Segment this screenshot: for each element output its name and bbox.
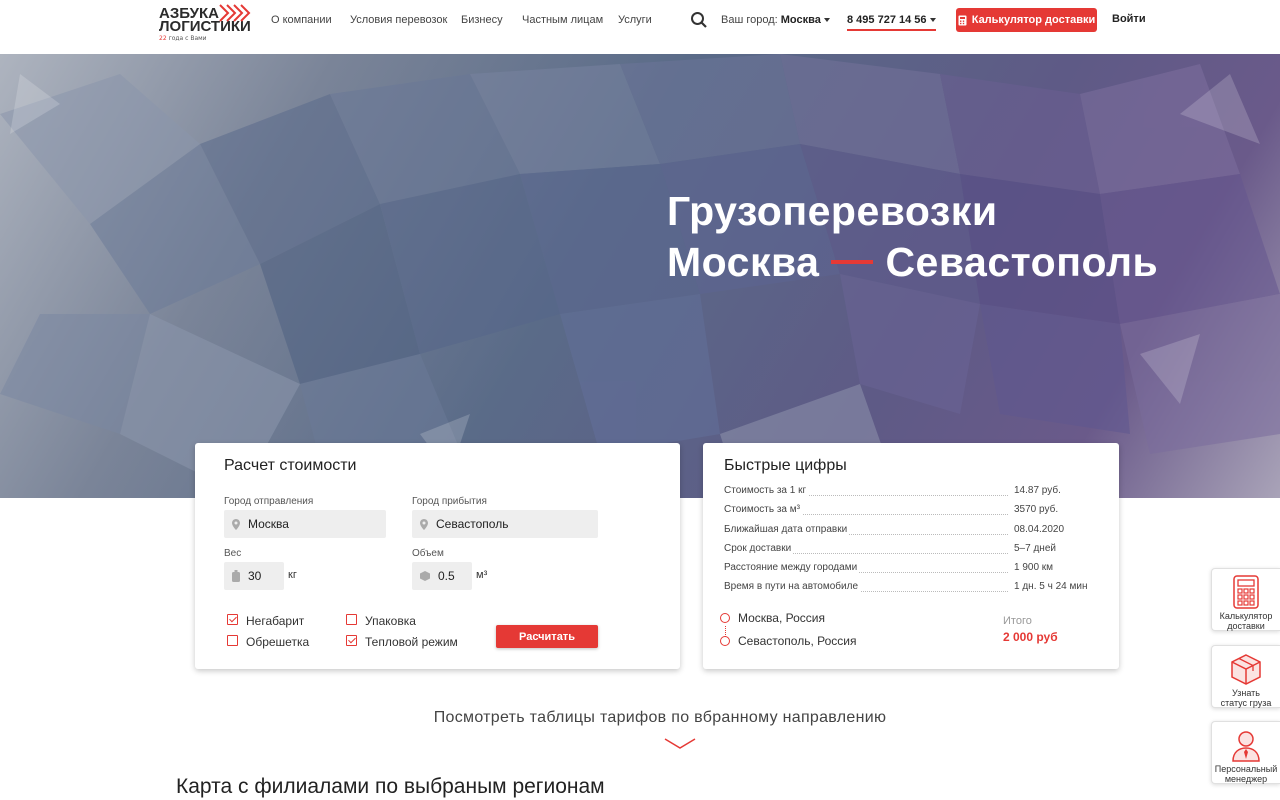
logo[interactable]: АЗБУКА ЛОГИСТИКИ 22 года с Вами [158, 3, 258, 45]
volume-label: Объем [412, 548, 444, 559]
widget-manager-line1: Персональный [1214, 764, 1278, 774]
fact-label: Стоимость за 1 кг [724, 485, 809, 496]
total-label: Итого [1003, 615, 1032, 627]
fact-row: Срок доставки 5–7 дней [724, 543, 1088, 557]
to-city-input[interactable]: Севастополь [412, 510, 598, 538]
manager-icon [1232, 731, 1260, 762]
cost-calculator-title: Расчет стоимости [224, 457, 357, 474]
chevron-down-icon[interactable] [664, 738, 696, 750]
fact-value: 08.04.2020 [1012, 524, 1065, 535]
widget-delivery-calculator[interactable]: Калькулятор доставки [1211, 568, 1280, 631]
fact-row: Стоимость за 1 кг 14.87 руб. [724, 485, 1088, 499]
tariff-tables-link[interactable]: Посмотреть таблицы тарифов по вбранному … [0, 709, 1280, 727]
volume-value: 0.5 [438, 569, 455, 583]
phone-number: 8 495 727 14 56 [847, 14, 927, 26]
delivery-calculator-button[interactable]: Калькулятор доставки [956, 8, 1097, 32]
fact-row: Расстояние между городами 1 900 км [724, 562, 1088, 576]
city-label: Ваш город: [721, 14, 778, 26]
hero-title: Грузоперевозки Москва Севастополь [667, 186, 1158, 288]
from-city-label: Город отправления [224, 496, 314, 507]
cube-icon [420, 571, 430, 581]
nav-shipping-terms[interactable]: Условия перевозок [350, 14, 447, 26]
fact-label: Ближайшая дата отправки [724, 524, 850, 535]
crating-checkbox[interactable] [227, 635, 238, 646]
box-icon [1231, 654, 1261, 685]
oversize-checkbox[interactable] [227, 614, 238, 625]
volume-input[interactable]: 0.5 [412, 562, 472, 590]
city-selector[interactable]: Ваш город: Москва [721, 14, 830, 26]
fact-value: 1 900 км [1012, 562, 1054, 573]
widget-status-line1: Узнать [1232, 688, 1260, 698]
city-value: Москва [780, 14, 821, 26]
hero-route-to: Севастополь [885, 239, 1159, 285]
route-origin: Москва, Россия [738, 611, 825, 625]
delivery-calculator-label: Калькулятор доставки [971, 14, 1096, 26]
packaging-checkbox[interactable] [346, 614, 357, 625]
login-link[interactable]: Войти [1112, 13, 1146, 25]
logo-tagline: 22 года с Вами [159, 35, 207, 42]
weight-unit: кг [288, 569, 297, 581]
fact-label: Расстояние между городами [724, 562, 860, 573]
nav-business[interactable]: Бизнесу [461, 14, 503, 26]
nav-services[interactable]: Услуги [618, 14, 652, 26]
fact-value: 14.87 руб. [1012, 485, 1061, 496]
chevron-down-icon [929, 18, 936, 23]
weight-icon [232, 570, 240, 582]
hero-title-route: Москва Севастополь [667, 237, 1158, 288]
weight-input[interactable]: 30 [224, 562, 284, 590]
nav-individuals[interactable]: Частным лицам [522, 14, 603, 26]
volume-unit: м³ [476, 569, 488, 581]
total-value: 2 000 руб [1003, 630, 1058, 644]
logo-arrows-icon [219, 4, 251, 22]
thermal-mode-checkbox[interactable] [346, 635, 357, 646]
fact-value: 3570 руб. [1012, 504, 1059, 515]
fact-row: Ближайшая дата отправки 08.04.2020 [724, 524, 1088, 538]
weight-label: Вес [224, 548, 242, 559]
route-dash [831, 260, 874, 265]
route-destination: Севастополь, Россия [738, 634, 857, 648]
calculator-icon [958, 15, 967, 25]
hero-route-from: Москва [667, 239, 820, 285]
fact-label: Время в пути на автомобиле [724, 581, 861, 592]
calculate-button[interactable]: Расчитать [496, 625, 598, 648]
calculator-icon [1233, 575, 1259, 609]
branches-map-title: Карта с филиалами по выбраным регионам [176, 775, 605, 798]
quick-facts-title: Быстрые цифры [724, 457, 847, 474]
to-city-value: Севастополь [436, 517, 509, 531]
route-destination-marker [720, 636, 730, 646]
widget-cargo-status[interactable]: Узнать статус груза [1211, 645, 1280, 708]
fact-label: Срок доставки [724, 543, 794, 554]
location-pin-icon [420, 518, 428, 530]
weight-value: 30 [248, 569, 262, 583]
crating-label: Обрешетка [246, 635, 310, 649]
location-pin-icon [232, 518, 240, 530]
oversize-label: Негабарит [246, 614, 305, 628]
to-city-label: Город прибытия [412, 496, 487, 507]
site-header: АЗБУКА ЛОГИСТИКИ 22 года с Вами О компан… [0, 0, 1280, 54]
widget-calculator-line1: Калькулятор [1219, 611, 1273, 621]
fact-value: 1 дн. 5 ч 24 мин [1012, 581, 1088, 592]
thermal-mode-label: Тепловой режим [365, 635, 458, 649]
route-origin-marker [720, 613, 730, 623]
phone-selector[interactable]: 8 495 727 14 56 [847, 14, 936, 31]
fact-row: Стоимость за м³ 3570 руб. [724, 504, 1088, 518]
widget-manager-line2: менеджер [1224, 774, 1268, 784]
hero-title-line1: Грузоперевозки [667, 188, 998, 234]
nav-about[interactable]: О компании [271, 14, 332, 26]
widget-personal-manager[interactable]: Персональный менеджер [1211, 721, 1280, 784]
widget-status-line2: статус груза [1220, 698, 1272, 708]
search-icon[interactable] [690, 11, 708, 29]
fact-label: Стоимость за м³ [724, 504, 802, 515]
chevron-down-icon [823, 18, 830, 23]
from-city-value: Москва [248, 517, 289, 531]
from-city-input[interactable]: Москва [224, 510, 386, 538]
hero-banner: Грузоперевозки Москва Севастополь [0, 54, 1280, 498]
widget-calculator-line2: доставки [1227, 621, 1265, 631]
fact-value: 5–7 дней [1012, 543, 1056, 554]
packaging-label: Упаковка [365, 614, 416, 628]
fact-row: Время в пути на автомобиле 1 дн. 5 ч 24 м… [724, 581, 1088, 595]
